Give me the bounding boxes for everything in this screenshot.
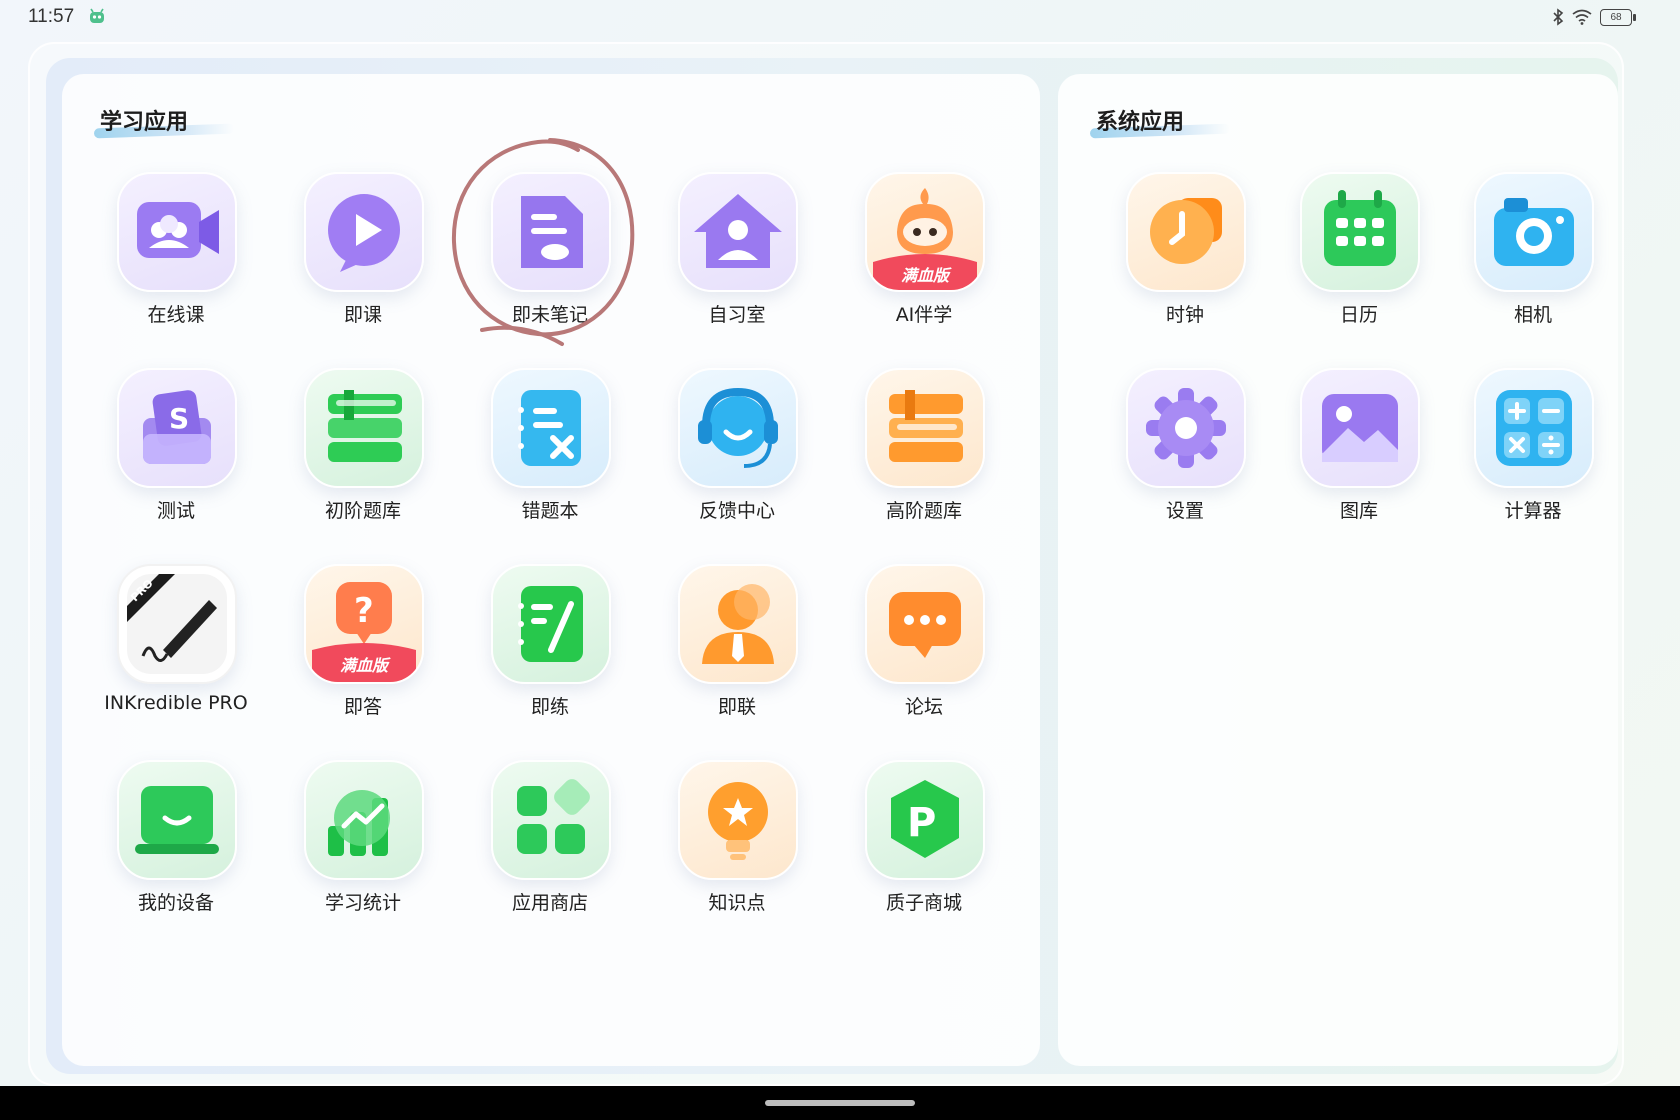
app-camera[interactable]: 相机 — [1453, 172, 1613, 342]
play-bubble-icon — [304, 172, 424, 292]
system-apps-title: 系统应用 — [1096, 110, 1185, 135]
app-label: 计算器 — [1504, 500, 1562, 522]
device-tablet-icon — [117, 760, 237, 880]
app-notes[interactable]: 即未笔记 — [470, 172, 630, 342]
calendar-icon — [1300, 172, 1420, 292]
green-books-icon — [304, 368, 424, 488]
app-label: 应用商店 — [511, 892, 588, 914]
app-label: 我的设备 — [137, 892, 214, 914]
robot-notification-icon — [90, 8, 104, 23]
orange-books-icon — [865, 368, 985, 488]
study-house-icon — [678, 172, 798, 292]
app-inkredible-pro[interactable]: PRO INKredible PRO — [96, 564, 256, 734]
stats-chart-icon — [304, 760, 424, 880]
app-label: 知识点 — [708, 892, 766, 914]
app-label: 初阶题库 — [324, 500, 401, 522]
navigation-bar — [0, 1086, 1680, 1120]
app-forum[interactable]: 论坛 — [844, 564, 1004, 734]
app-label: 质子商城 — [885, 892, 962, 914]
learning-apps-title: 学习应用 — [100, 110, 189, 135]
inkredible-pen-icon: PRO — [117, 564, 237, 684]
question-bubble-icon: ? 满血版 — [304, 564, 424, 684]
battery-indicator: 68 — [1600, 8, 1636, 26]
app-label: 在线课 — [147, 304, 205, 326]
headset-icon — [678, 368, 798, 488]
app-label: AI伴学 — [895, 304, 953, 326]
app-online-class[interactable]: 在线课 — [96, 172, 256, 342]
home-gesture-handle[interactable] — [765, 1100, 915, 1106]
system-apps-panel: 系统应用 时钟 日历 相机 设置 图库 计算器 — [1058, 74, 1618, 1066]
ai-mascot-icon: 满血版 — [865, 172, 985, 292]
app-label: 高阶题库 — [885, 500, 962, 522]
status-bar: 11:57 68 — [0, 0, 1680, 36]
app-proton-mall[interactable]: P 质子商城 — [844, 760, 1004, 930]
app-label: INKredible PRO — [104, 692, 248, 714]
gear-icon — [1126, 368, 1246, 488]
note-document-icon — [491, 172, 611, 292]
app-label: 图库 — [1339, 500, 1378, 522]
app-practice[interactable]: 即练 — [470, 564, 630, 734]
lightbulb-star-icon — [678, 760, 798, 880]
app-label: 学习统计 — [324, 892, 401, 914]
app-instant-answer[interactable]: ? 满血版 即答 — [283, 564, 443, 734]
app-label: 即未笔记 — [511, 304, 588, 326]
app-label: 日历 — [1339, 304, 1378, 326]
app-study-room[interactable]: 自习室 — [657, 172, 817, 342]
app-feedback-center[interactable]: 反馈中心 — [657, 368, 817, 538]
app-label: 即练 — [530, 696, 569, 718]
mistake-notebook-icon — [491, 368, 611, 488]
gallery-photo-icon — [1300, 368, 1420, 488]
app-advanced-questions[interactable]: 高阶题库 — [844, 368, 1004, 538]
app-label: 自习室 — [708, 304, 766, 326]
svg-text:P: P — [907, 800, 936, 846]
app-connect[interactable]: 即联 — [657, 564, 817, 734]
app-knowledge-points[interactable]: 知识点 — [657, 760, 817, 930]
clock-icon — [1126, 172, 1246, 292]
svg-text:S: S — [169, 402, 189, 435]
app-settings[interactable]: 设置 — [1105, 368, 1265, 538]
app-label: 即联 — [717, 696, 756, 718]
full-version-badge: 满血版 — [900, 266, 949, 285]
app-clock[interactable]: 时钟 — [1105, 172, 1265, 342]
app-grid-icon — [491, 760, 611, 880]
app-label: 即课 — [343, 304, 382, 326]
app-gallery[interactable]: 图库 — [1279, 368, 1439, 538]
app-label: 错题本 — [521, 500, 579, 522]
app-test[interactable]: S 测试 — [96, 368, 256, 538]
app-label: 相机 — [1513, 304, 1552, 326]
full-version-badge: 满血版 — [339, 656, 388, 675]
proton-p-icon: P — [865, 760, 985, 880]
app-label: 测试 — [156, 500, 195, 522]
test-envelope-icon: S — [117, 368, 237, 488]
svg-text:?: ? — [354, 591, 374, 631]
camera-icon — [1474, 172, 1594, 292]
app-calculator[interactable]: 计算器 — [1453, 368, 1613, 538]
practice-notebook-icon — [491, 564, 611, 684]
battery-level: 68 — [1610, 11, 1622, 23]
app-label: 设置 — [1165, 500, 1204, 522]
app-live-class[interactable]: 即课 — [283, 172, 443, 342]
clock-time: 11:57 — [28, 6, 75, 27]
learning-apps-panel: 学习应用 在线课 即课 即未笔记 自习室 满血版 AI伴学 S 测试 初阶题库 … — [62, 74, 1040, 1066]
app-app-store[interactable]: 应用商店 — [470, 760, 630, 930]
app-label: 即答 — [343, 696, 382, 718]
app-label: 时钟 — [1165, 304, 1204, 326]
app-label: 反馈中心 — [698, 500, 775, 522]
online-class-icon — [117, 172, 237, 292]
wifi-icon — [1572, 9, 1592, 25]
chat-bubble-icon — [865, 564, 985, 684]
app-label: 论坛 — [904, 696, 943, 718]
contact-person-icon — [678, 564, 798, 684]
app-mistake-book[interactable]: 错题本 — [470, 368, 630, 538]
app-calendar[interactable]: 日历 — [1279, 172, 1439, 342]
app-study-stats[interactable]: 学习统计 — [283, 760, 443, 930]
app-basic-questions[interactable]: 初阶题库 — [283, 368, 443, 538]
calculator-icon — [1474, 368, 1594, 488]
bluetooth-icon — [1553, 8, 1564, 26]
app-my-device[interactable]: 我的设备 — [96, 760, 256, 930]
app-ai-companion[interactable]: 满血版 AI伴学 — [844, 172, 1004, 342]
